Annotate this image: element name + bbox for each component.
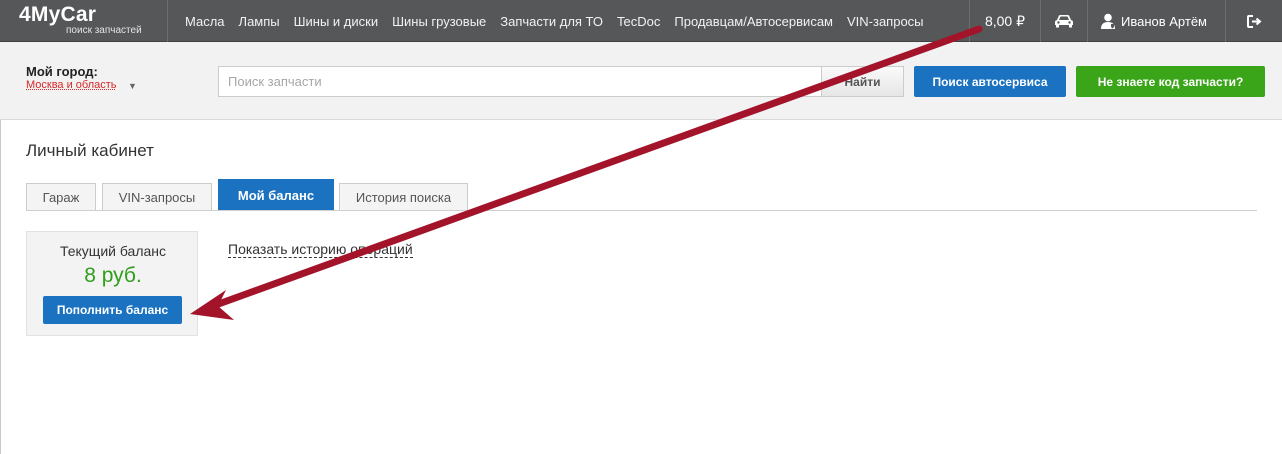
nav-item-vin-requests[interactable]: VIN-запросы xyxy=(847,14,924,29)
show-operations-history-link[interactable]: Показать историю операций xyxy=(228,241,413,258)
chevron-down-icon[interactable]: ▼ xyxy=(128,81,137,91)
nav-item-oils[interactable]: Масла xyxy=(185,14,225,29)
logout-button[interactable] xyxy=(1225,0,1282,42)
search-bar: Мой город: Москва и область ▼ Найти Поис… xyxy=(0,42,1282,120)
logo[interactable]: 4MyCar поиск запчастей xyxy=(0,0,168,42)
find-autoservice-button[interactable]: Поиск автосервиса xyxy=(914,66,1066,97)
user-name: Иванов Артём xyxy=(1121,13,1207,29)
nav-item-truck-tires[interactable]: Шины грузовые xyxy=(392,14,486,29)
top-navbar: 4MyCar поиск запчастей Масла Лампы Шины … xyxy=(0,0,1282,42)
user-menu[interactable]: Иванов Артём xyxy=(1087,0,1225,42)
tab-vin-requests[interactable]: VIN-запросы xyxy=(102,183,212,210)
tab-my-balance[interactable]: Мой баланс xyxy=(218,179,334,210)
find-button[interactable]: Найти xyxy=(821,66,904,97)
unknown-part-code-button[interactable]: Не знаете код запчасти? xyxy=(1076,66,1265,97)
tab-search-history[interactable]: История поиска xyxy=(339,183,468,210)
current-balance-label: Текущий баланс xyxy=(59,243,167,259)
logo-text: 4MyCar xyxy=(19,3,97,26)
header-balance-value: 8,00 ₽ xyxy=(984,12,1026,29)
main-nav: Масла Лампы Шины и диски Шины грузовые З… xyxy=(185,0,938,42)
current-balance-amount: 8 руб. xyxy=(84,264,142,287)
tab-garage[interactable]: Гараж xyxy=(26,183,96,210)
logo-subtitle: поиск запчастей xyxy=(66,25,142,36)
balance-card: Текущий баланс 8 руб. Пополнить баланс xyxy=(26,231,198,336)
garage-button[interactable] xyxy=(1040,0,1087,42)
nav-item-tires-wheels[interactable]: Шины и диски xyxy=(294,14,378,29)
header-balance[interactable]: 8,00 ₽ xyxy=(969,0,1040,42)
nav-item-maintenance-parts[interactable]: Запчасти для ТО xyxy=(500,14,603,29)
city-label: Мой город: xyxy=(26,64,98,79)
search-input[interactable] xyxy=(218,66,822,97)
top-up-balance-button[interactable]: Пополнить баланс xyxy=(43,296,182,324)
nav-item-lamps[interactable]: Лампы xyxy=(239,14,280,29)
nav-item-sellers[interactable]: Продавцам/Автосервисам xyxy=(674,14,833,29)
car-icon xyxy=(1055,15,1073,28)
tabs-divider xyxy=(26,210,1257,211)
city-selector[interactable]: Москва и область xyxy=(26,79,117,91)
logout-icon xyxy=(1246,14,1262,28)
nav-item-tecdoc[interactable]: TecDoc xyxy=(617,14,660,29)
page-left-border xyxy=(0,120,1,454)
user-icon xyxy=(1101,13,1115,29)
page-title: Личный кабинет xyxy=(26,141,154,160)
